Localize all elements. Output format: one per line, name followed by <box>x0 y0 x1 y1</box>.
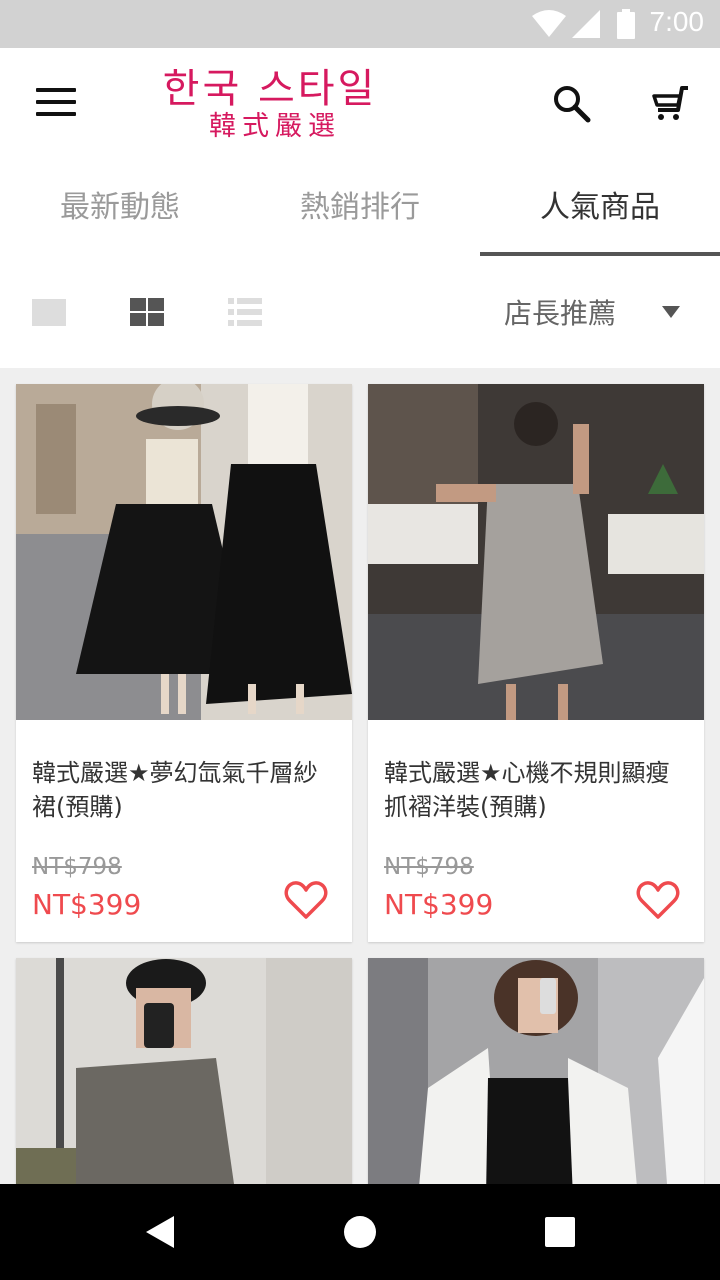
product-name[interactable]: 韓式嚴選★夢幻氙氣千層紗裙(預購) <box>32 756 332 824</box>
menu-icon[interactable] <box>36 88 76 118</box>
signal-icon <box>572 10 600 38</box>
product-card[interactable]: 韓式嚴選★夢幻氙氣千層紗裙(預購) NT$798 NT$399 <box>16 384 352 942</box>
product-image[interactable] <box>16 958 352 1198</box>
heart-icon[interactable] <box>636 880 680 920</box>
status-bar: 7:00 <box>0 0 720 48</box>
home-icon[interactable] <box>344 1216 376 1248</box>
product-name[interactable]: 韓式嚴選★心機不規則顯瘦抓褶洋裝(預購) <box>384 756 684 824</box>
logo-korean-text: 한국 스타일 <box>162 66 378 112</box>
app-bar: 한국 스타일 韓式嚴選 <box>0 48 720 160</box>
sale-price: NT$399 <box>32 888 142 921</box>
product-image[interactable] <box>16 384 352 720</box>
view-toolbar: 店長推薦 <box>0 256 720 368</box>
original-price: NT$798 <box>384 854 474 880</box>
single-view-icon[interactable] <box>32 299 66 326</box>
cart-icon[interactable] <box>650 84 690 124</box>
dropdown-arrow-icon[interactable] <box>662 306 680 318</box>
category-tabs: 最新動態 熱銷排行 人氣商品 <box>0 160 720 256</box>
product-card[interactable] <box>16 958 352 1198</box>
brand-logo[interactable]: 한국 스타일 韓式嚴選 <box>160 66 380 142</box>
product-card[interactable] <box>368 958 704 1198</box>
original-price: NT$798 <box>32 854 122 880</box>
grid-view-icon[interactable] <box>130 298 164 326</box>
tab-best-sellers[interactable]: 熱銷排行 <box>240 160 480 256</box>
tab-latest-news[interactable]: 最新動態 <box>0 160 240 256</box>
system-nav-bar <box>0 1184 720 1280</box>
product-card[interactable]: 韓式嚴選★心機不規則顯瘦抓褶洋裝(預購) NT$798 NT$399 <box>368 384 704 942</box>
logo-chinese-text: 韓式嚴選 <box>209 111 341 142</box>
sale-price: NT$399 <box>384 888 494 921</box>
back-icon[interactable] <box>146 1216 174 1248</box>
search-icon[interactable] <box>552 84 592 124</box>
tab-popular-items[interactable]: 人氣商品 <box>480 160 720 256</box>
wifi-icon <box>532 10 566 37</box>
battery-icon <box>617 9 635 39</box>
sort-dropdown[interactable]: 店長推薦 <box>504 292 616 332</box>
heart-icon[interactable] <box>284 880 328 920</box>
recents-icon[interactable] <box>545 1217 575 1247</box>
product-image[interactable] <box>368 384 704 720</box>
list-view-icon[interactable] <box>228 298 262 326</box>
clock: 7:00 <box>649 6 705 37</box>
product-image[interactable] <box>368 958 704 1198</box>
